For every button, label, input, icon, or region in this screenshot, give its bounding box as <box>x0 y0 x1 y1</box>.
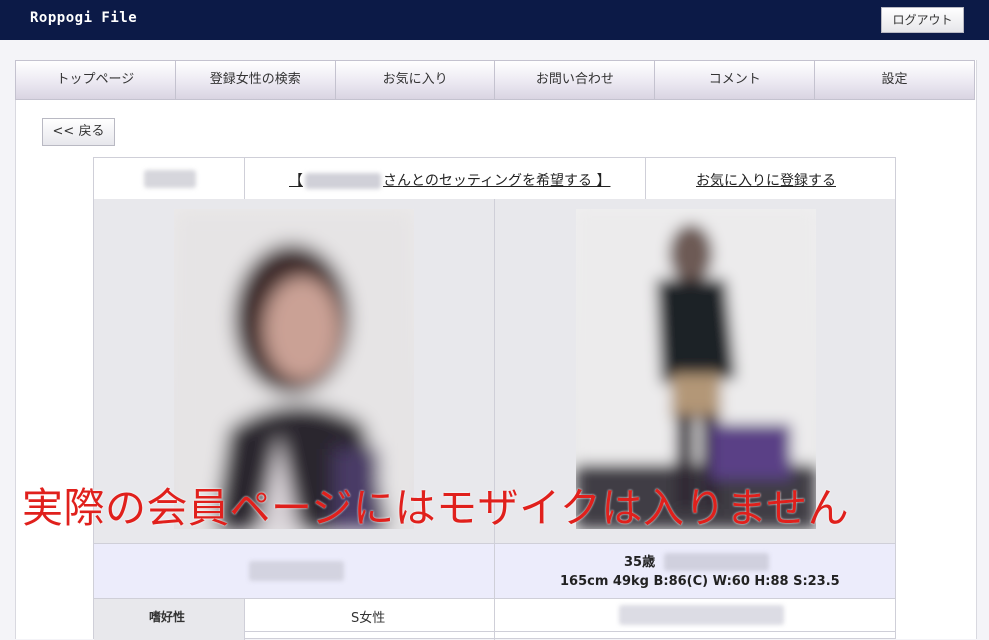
logout-button[interactable]: ログアウト <box>881 7 964 33</box>
blurred-profile-detail <box>664 553 769 571</box>
mosaic-notice: 実際の会員ページにはモザイクは入りません <box>22 484 850 532</box>
nav-item-search[interactable]: 登録女性の検索 <box>175 61 336 99</box>
nav-item-top[interactable]: トップページ <box>16 61 176 99</box>
setting-request-link[interactable]: 【 さんとのセッティングを希望する 】 <box>289 170 610 190</box>
nav-item-contact[interactable]: お問い合わせ <box>495 61 656 99</box>
preference-value: S女性 <box>351 611 386 626</box>
blurred-nickname <box>249 561 344 581</box>
profile-action-row: 【 さんとのセッティングを希望する 】 お気に入りに登録する <box>94 158 895 200</box>
top-header: Roppogi File ログアウト <box>0 0 989 40</box>
setting-request-suffix: さんとのセッティングを希望する 】 <box>383 173 611 189</box>
preference-divider <box>494 599 495 640</box>
add-favorite-link[interactable]: お気に入りに登録する <box>696 170 836 190</box>
profile-info-row <box>94 543 895 600</box>
setting-request-prefix: 【 <box>289 173 303 189</box>
blurred-preference-detail <box>619 605 784 625</box>
blurred-member-id <box>144 170 196 188</box>
back-button[interactable]: << 戻る <box>42 118 115 146</box>
age-text: 35歳 <box>624 555 656 570</box>
main-nav: トップページ 登録女性の検索 お気に入り お問い合わせ コメント 設定 <box>15 60 975 100</box>
nav-item-comment[interactable]: コメント <box>655 61 816 99</box>
preference-label: 嗜好性 <box>149 610 186 624</box>
nav-item-favorites[interactable]: お気に入り <box>335 61 496 99</box>
measurements-text: 165cm 49kg B:86(C) W:60 H:88 S:23.5 <box>560 574 840 589</box>
blurred-name <box>305 173 381 189</box>
profile-table: 【 さんとのセッティングを希望する 】 お気に入りに登録する 35歳 165cm … <box>93 157 896 640</box>
profile-id-cell <box>94 158 245 199</box>
info-divider <box>494 544 495 600</box>
brand-logo: Roppogi File <box>30 10 138 26</box>
nav-item-settings[interactable]: 設定 <box>815 61 974 99</box>
